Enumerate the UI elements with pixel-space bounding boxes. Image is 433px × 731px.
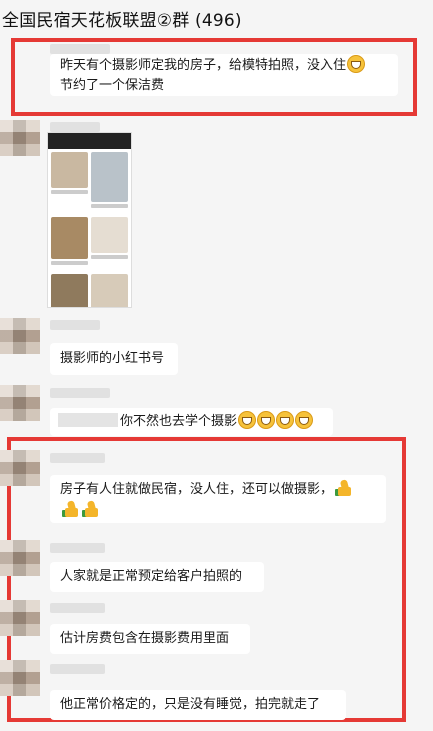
grinning-squint-emoji-icon [257,411,276,429]
message-bubble[interactable]: 摄影师的小红书号 [50,343,178,375]
thumbs-up-emoji-icon [62,500,80,518]
sender-name [50,320,100,330]
sender-name [50,543,105,553]
message-text: 他正常价格定的，只是没有睡觉，拍完就走了 [60,697,321,712]
sender-name [50,122,100,132]
grinning-squint-emoji-icon [276,411,295,429]
message-bubble[interactable]: 昨天有个摄影师定我的房子，给模特拍照，没入住 节约了一个保洁费 [50,54,398,96]
avatar[interactable] [0,120,40,156]
message-text: 摄影师的小红书号 [60,351,165,366]
sender-name [50,453,105,463]
sender-name [50,388,110,398]
message-text: 你不然也去学个摄影 [120,414,238,429]
grinning-squint-emoji-icon [295,411,314,429]
redacted-text [58,413,118,427]
message-bubble[interactable]: 你不然也去学个摄影 [50,408,333,436]
message-bubble[interactable]: 估计房费包含在摄影费用里面 [50,624,250,654]
avatar[interactable] [0,450,40,486]
avatar[interactable] [0,600,40,636]
avatar[interactable] [0,385,40,421]
sender-name [50,603,105,613]
sender-name [50,664,105,674]
sender-name [50,44,110,54]
shared-image[interactable] [47,132,132,308]
avatar[interactable] [0,660,40,696]
message-text: 节约了一个保洁费 [60,78,165,93]
message-text: 人家就是正常预定给客户拍照的 [60,569,243,584]
message-bubble[interactable]: 房子有人住就做民宿，没人住，还可以做摄影， [50,475,386,523]
chat-title: 全国民宿天花板联盟②群 (496) [2,11,242,31]
message-text: 估计房费包含在摄影费用里面 [60,631,230,646]
message-text: 房子有人住就做民宿，没人住，还可以做摄影， [60,482,334,497]
avatar[interactable] [0,540,40,576]
message-text: 昨天有个摄影师定我的房子，给模特拍照，没入住 [60,58,347,73]
avatar[interactable] [0,318,40,354]
message-bubble[interactable]: 他正常价格定的，只是没有睡觉，拍完就走了 [50,690,346,720]
grinning-squint-emoji-icon [238,411,257,429]
grinning-squint-emoji-icon [347,55,366,73]
message-bubble[interactable]: 人家就是正常预定给客户拍照的 [50,562,264,592]
thumbs-up-emoji-icon [335,479,353,497]
thumbs-up-emoji-icon [82,500,100,518]
